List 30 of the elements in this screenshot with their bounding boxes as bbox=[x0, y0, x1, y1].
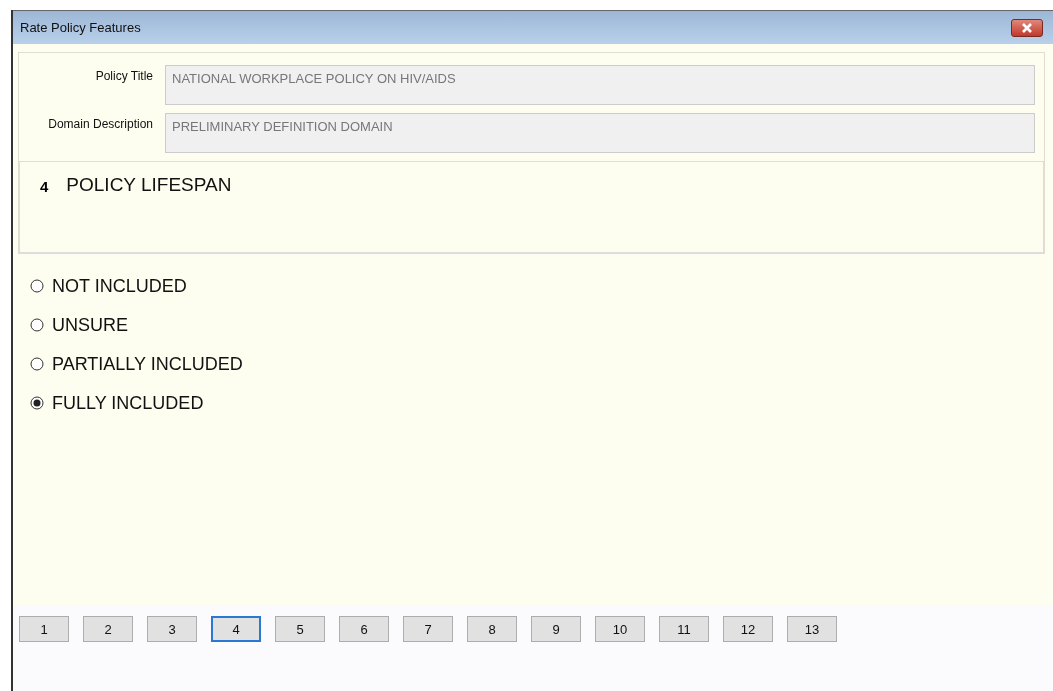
page-button[interactable]: 12 bbox=[723, 616, 773, 642]
radio-button[interactable] bbox=[30, 279, 44, 293]
page-button[interactable]: 1 bbox=[19, 616, 69, 642]
radio-button[interactable] bbox=[30, 318, 44, 332]
page-button[interactable]: 11 bbox=[659, 616, 709, 642]
question-text: POLICY LIFESPAN bbox=[66, 174, 232, 196]
page-button[interactable]: 8 bbox=[467, 616, 517, 642]
page-button[interactable]: 3 bbox=[147, 616, 197, 642]
radio-option[interactable]: UNSURE bbox=[30, 313, 128, 337]
page-button[interactable]: 9 bbox=[531, 616, 581, 642]
text-field[interactable]: NATIONAL WORKPLACE POLICY ON HIV/AIDS bbox=[165, 65, 1035, 105]
text-field[interactable]: PRELIMINARY DEFINITION DOMAIN bbox=[165, 113, 1035, 153]
page-button[interactable]: 5 bbox=[275, 616, 325, 642]
page-button[interactable]: 13 bbox=[787, 616, 837, 642]
close-icon bbox=[1020, 22, 1034, 33]
radio-option[interactable]: NOT INCLUDED bbox=[30, 274, 187, 298]
page-button[interactable]: 10 bbox=[595, 616, 645, 642]
page-button[interactable]: 4 bbox=[211, 616, 261, 642]
radio-button[interactable] bbox=[30, 396, 44, 410]
field-label: Domain Description bbox=[47, 116, 154, 131]
window-title: Rate Policy Features bbox=[20, 20, 141, 35]
radio-button[interactable] bbox=[30, 357, 44, 371]
close-button[interactable] bbox=[1011, 18, 1043, 37]
question-number: 4 bbox=[40, 177, 49, 195]
page-button[interactable]: 7 bbox=[403, 616, 453, 642]
radio-option[interactable]: PARTIALLY INCLUDED bbox=[30, 352, 243, 376]
radio-option[interactable]: FULLY INCLUDED bbox=[30, 391, 204, 415]
page-button[interactable]: 2 bbox=[83, 616, 133, 642]
field-label: Policy Title bbox=[94, 68, 154, 83]
page-button[interactable]: 6 bbox=[339, 616, 389, 642]
